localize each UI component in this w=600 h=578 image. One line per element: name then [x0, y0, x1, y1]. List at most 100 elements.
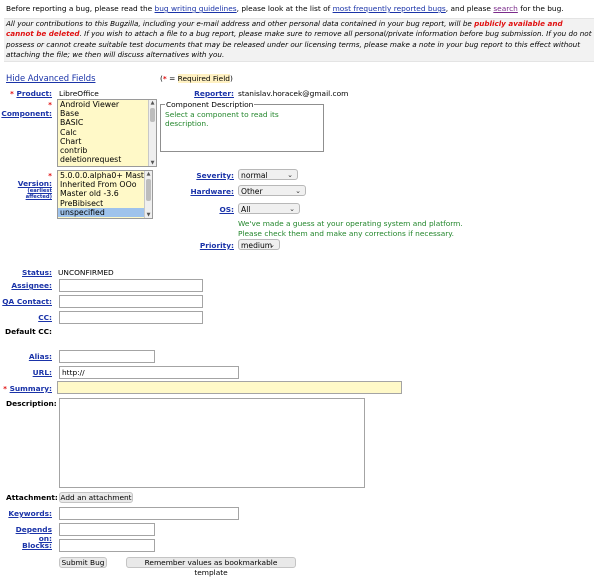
reporter-label: Reporter:	[180, 89, 234, 98]
url-link[interactable]: URL:	[33, 368, 52, 377]
url-input[interactable]: http://	[59, 366, 239, 379]
qa-contact-label: QA Contact:	[0, 297, 52, 306]
required-star: *	[3, 384, 8, 393]
keywords-link[interactable]: Keywords:	[8, 509, 52, 518]
listbox-option[interactable]: Android Viewer	[58, 100, 156, 109]
component-description-box: Component Description Select a component…	[160, 100, 324, 152]
scroll-up-arrow-icon[interactable]: ▲	[149, 100, 156, 106]
version-earliest-affected-note: (earliest affected)	[0, 188, 52, 200]
assignee-input[interactable]	[59, 279, 203, 292]
required-star: *	[9, 89, 14, 98]
cc-input[interactable]	[59, 311, 203, 324]
listbox-option[interactable]: Inherited From OOo	[58, 180, 152, 189]
severity-value: normal	[241, 171, 268, 180]
notice-text: All your contributions to this Bugzilla,…	[6, 19, 475, 28]
required-note-text: Required Field	[177, 74, 230, 83]
severity-link[interactable]: Severity:	[196, 171, 234, 180]
description-textarea[interactable]	[59, 398, 365, 488]
submit-bug-button[interactable]: Submit Bug	[59, 557, 107, 568]
add-attachment-button[interactable]: Add an attachment	[59, 492, 133, 503]
blocks-label: Blocks:	[0, 541, 52, 550]
os-link[interactable]: OS:	[219, 205, 234, 214]
listbox-option[interactable]: PreBibisect	[58, 199, 152, 208]
keywords-label: Keywords:	[0, 509, 52, 518]
listbox-option[interactable]: Base	[58, 109, 156, 118]
intro-text: Before reporting a bug, please read the …	[6, 4, 594, 14]
hardware-value: Other	[241, 187, 263, 196]
os-value: All	[241, 205, 251, 214]
required-eq: =	[166, 74, 178, 83]
priority-select[interactable]: medium ⌄	[238, 239, 280, 250]
severity-label: Severity:	[170, 171, 234, 180]
status-label: Status:	[0, 268, 52, 277]
cc-link[interactable]: CC:	[38, 313, 52, 322]
bug-writing-guidelines-link[interactable]: bug writing guidelines	[155, 4, 237, 13]
listbox-option[interactable]: Chart	[58, 137, 156, 146]
earliest-affected-link[interactable]: (earliest affected)	[26, 188, 52, 200]
blocks-input[interactable]	[59, 539, 155, 552]
depends-on-input[interactable]	[59, 523, 155, 536]
status-link[interactable]: Status:	[22, 268, 52, 277]
summary-link[interactable]: Summary:	[10, 384, 52, 393]
listbox-option[interactable]: Master old -3.6	[58, 189, 152, 198]
required-field-note: (* = Required Field)	[160, 74, 233, 83]
blocks-link[interactable]: Blocks:	[22, 541, 52, 550]
description-label: Description:	[6, 399, 57, 408]
os-guess-hint: We've made a guess at your operating sys…	[238, 219, 463, 238]
version-link[interactable]: Version:	[18, 179, 52, 188]
chevron-down-icon: ⌄	[269, 241, 275, 249]
intro-text-part: for the bug.	[517, 4, 564, 13]
scroll-down-arrow-icon[interactable]: ▼	[149, 160, 156, 166]
component-listbox[interactable]: ▲ ▼ Android Viewer Base BASIC Calc Chart cont…	[57, 99, 157, 167]
chevron-down-icon: ⌄	[289, 205, 295, 213]
listbox-option[interactable]: 5.0.0.0.alpha0+ Master	[58, 171, 152, 180]
priority-label: Priority:	[170, 241, 234, 250]
keywords-input[interactable]	[59, 507, 239, 520]
scroll-down-arrow-icon[interactable]: ▼	[145, 212, 152, 218]
summary-input[interactable]	[57, 381, 402, 394]
assignee-link[interactable]: Assignee:	[11, 281, 52, 290]
intro-text-part: Before reporting a bug, please read the	[6, 4, 155, 13]
attachment-label: Attachment:	[6, 493, 58, 502]
version-scrollbar[interactable]: ▲ ▼	[144, 171, 152, 218]
reporter-link[interactable]: Reporter:	[194, 89, 234, 98]
component-description-legend: Component Description	[166, 100, 254, 109]
alias-input[interactable]	[59, 350, 155, 363]
remember-values-button[interactable]: Remember values as bookmarkable template	[126, 557, 296, 577]
hardware-label: Hardware:	[170, 187, 234, 196]
hardware-select[interactable]: Other ⌄	[238, 185, 306, 196]
listbox-option[interactable]: Calc	[58, 128, 156, 137]
scroll-thumb[interactable]	[146, 179, 151, 201]
product-value: LibreOffice	[59, 89, 99, 98]
frequent-bugs-link[interactable]: most frequently reported bugs	[333, 4, 446, 13]
priority-value: medium	[241, 241, 273, 250]
component-scrollbar[interactable]: ▲ ▼	[148, 100, 156, 166]
component-label: Component:	[0, 109, 52, 118]
search-link[interactable]: search	[493, 4, 518, 13]
os-select[interactable]: All ⌄	[238, 203, 300, 214]
hide-advanced-fields-link[interactable]: Hide Advanced Fields	[6, 73, 95, 83]
intro-text-part: , and please	[445, 4, 494, 13]
chevron-down-icon: ⌄	[295, 187, 301, 195]
chevron-down-icon: ⌄	[287, 171, 293, 179]
scroll-up-arrow-icon[interactable]: ▲	[145, 171, 152, 177]
listbox-option[interactable]: contrib	[58, 146, 156, 155]
url-label: URL:	[0, 368, 52, 377]
intro-text-part: , please look at the list of	[236, 4, 333, 13]
version-label: Version:	[0, 179, 52, 188]
priority-link[interactable]: Priority:	[200, 241, 234, 250]
scroll-thumb[interactable]	[150, 108, 155, 122]
severity-select[interactable]: normal ⌄	[238, 169, 298, 180]
version-listbox[interactable]: ▲ ▼ 5.0.0.0.alpha0+ Master Inherited From…	[57, 170, 153, 219]
listbox-option[interactable]: deletionrequest	[58, 155, 156, 164]
qa-contact-link[interactable]: QA Contact:	[2, 297, 52, 306]
listbox-option[interactable]: unspecified	[58, 207, 152, 218]
privacy-notice: All your contributions to this Bugzilla,…	[4, 18, 594, 62]
component-link[interactable]: Component:	[1, 109, 52, 118]
qa-contact-input[interactable]	[59, 295, 203, 308]
product-link[interactable]: Product:	[16, 89, 52, 98]
listbox-option[interactable]: BASIC	[58, 118, 156, 127]
hardware-link[interactable]: Hardware:	[190, 187, 234, 196]
reporter-value: stanislav.horacek@gmail.com	[238, 89, 349, 98]
alias-link[interactable]: Alias:	[29, 352, 52, 361]
